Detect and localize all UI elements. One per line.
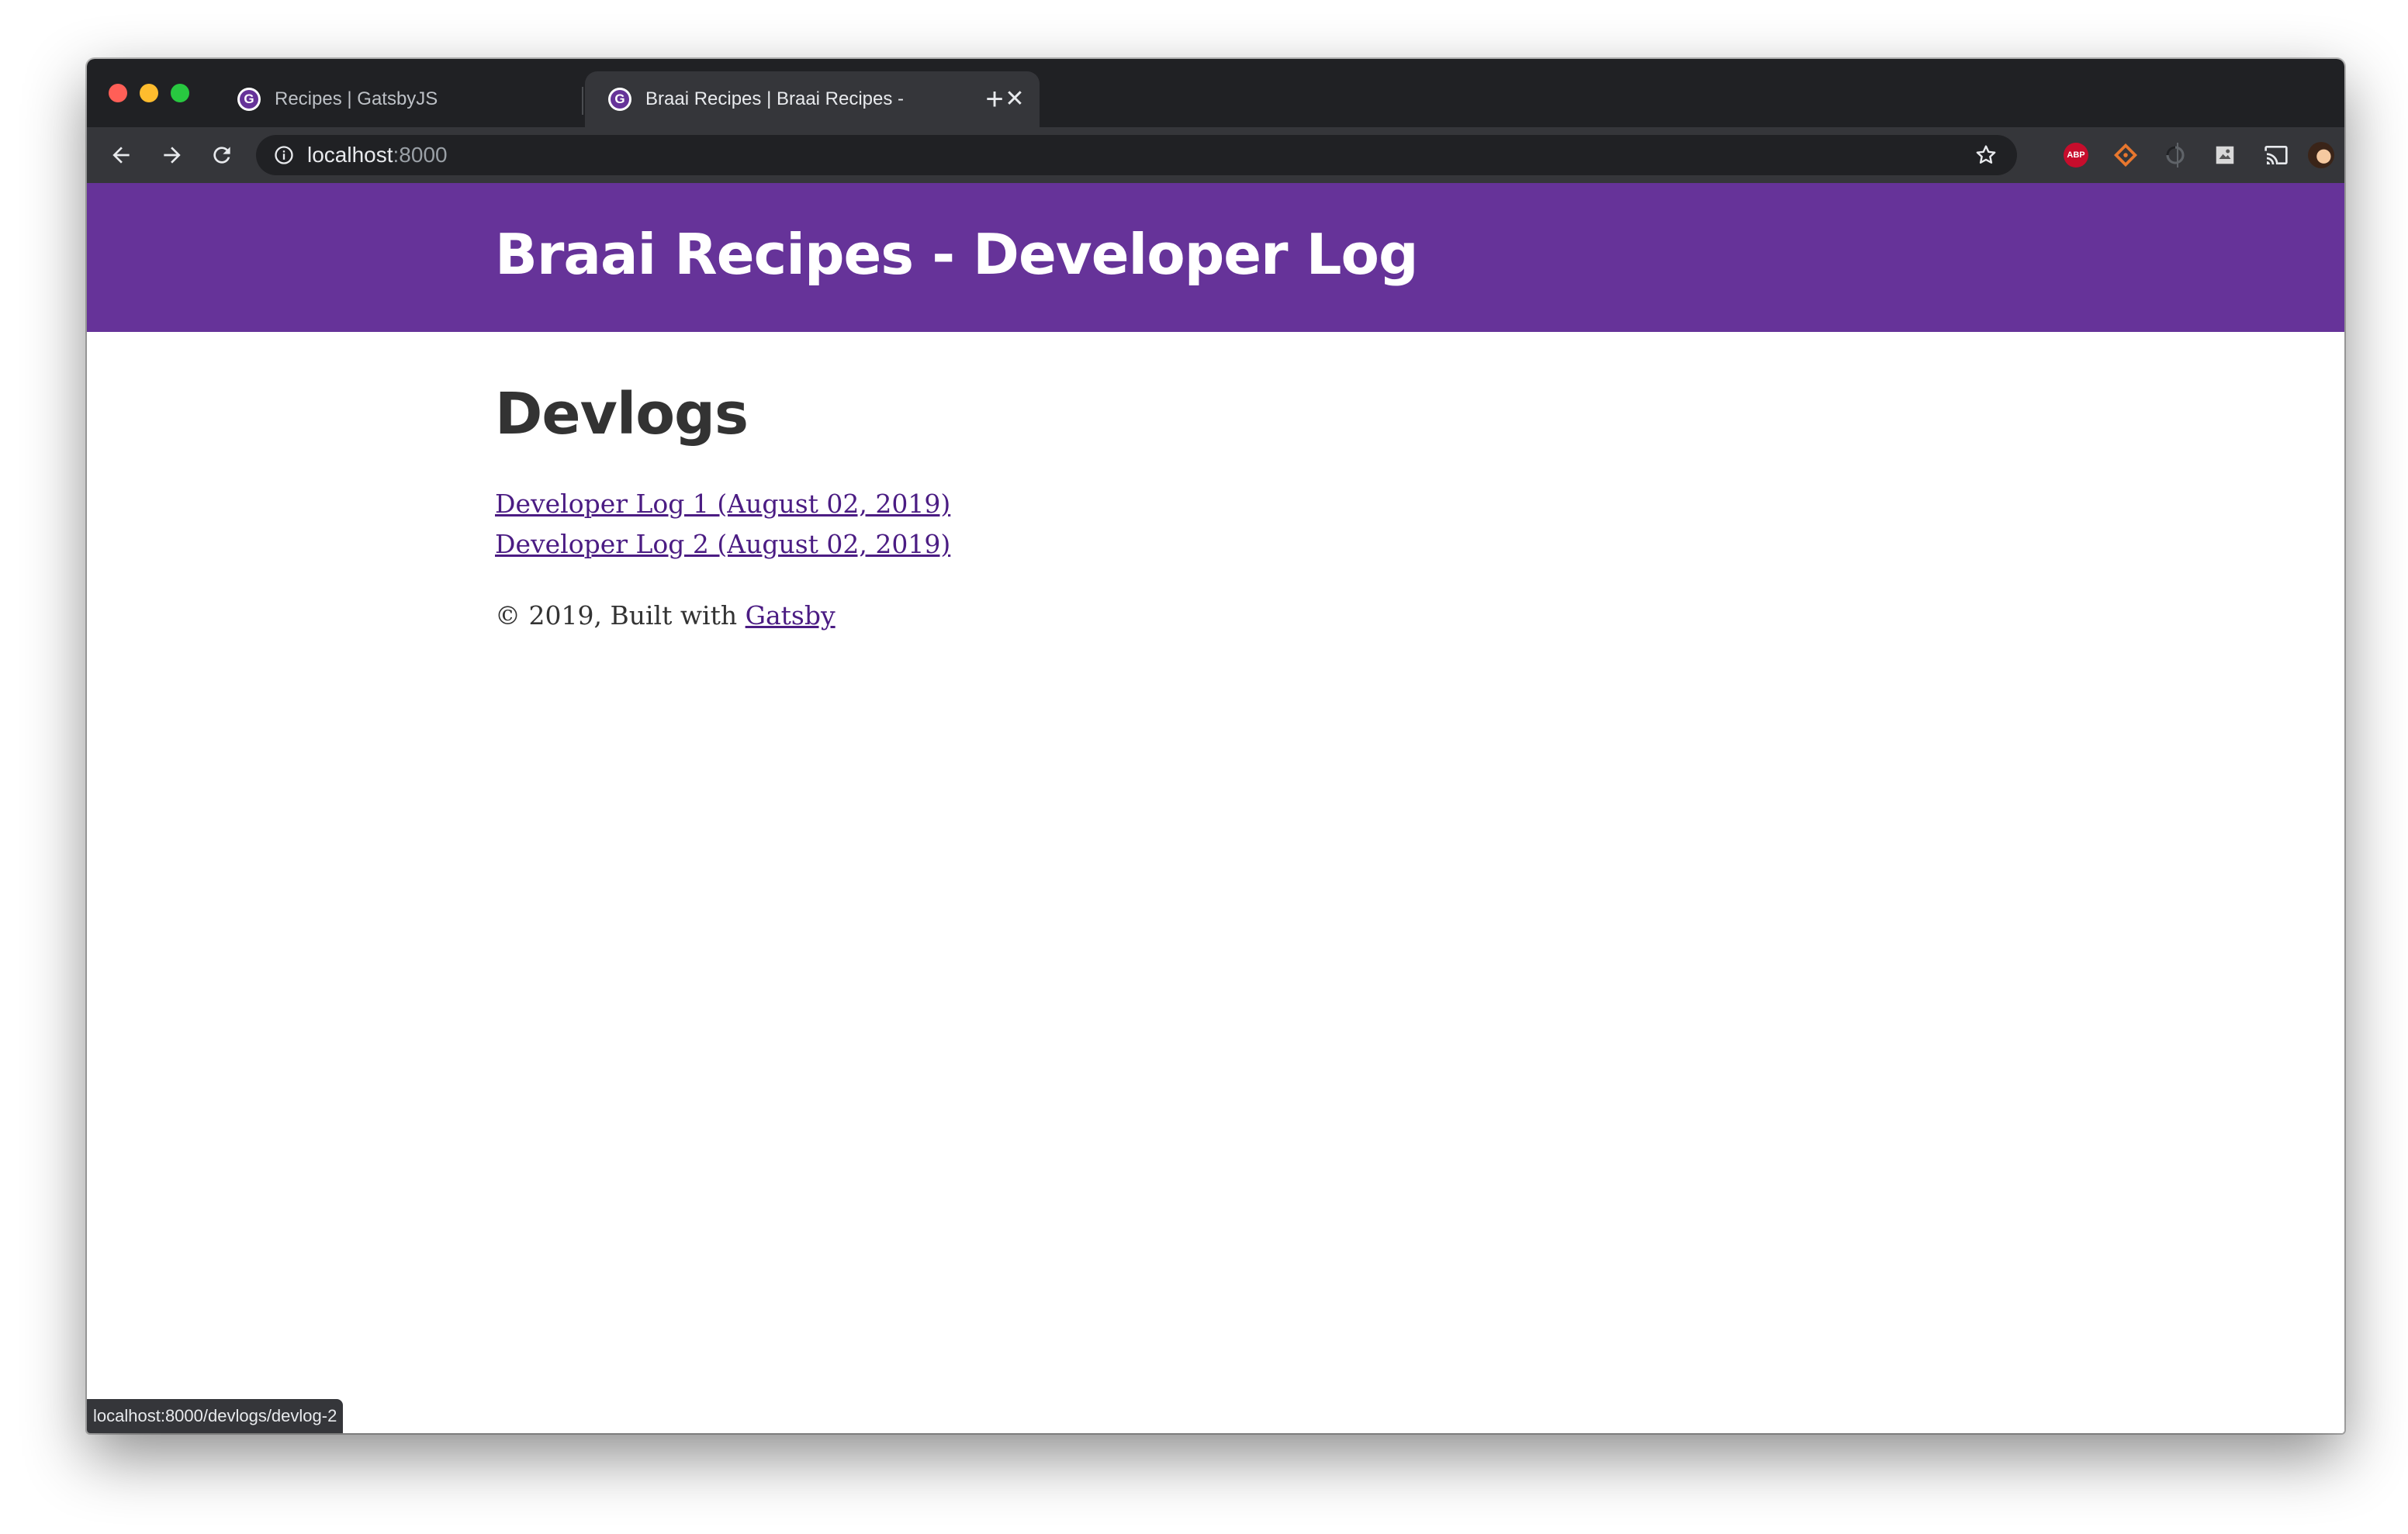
url-port: :8000: [393, 143, 448, 167]
bookmark-star-icon[interactable]: [1974, 143, 1998, 168]
tab-braai-recipes[interactable]: G Braai Recipes | Braai Recipes - ✕: [585, 71, 1040, 127]
cast-icon[interactable]: [2185, 141, 2213, 169]
info-icon[interactable]: [272, 143, 296, 168]
minimize-window-button[interactable]: [140, 84, 158, 102]
zoom-window-button[interactable]: [171, 84, 189, 102]
site-title[interactable]: Braai Recipes - Developer Log: [495, 222, 1419, 287]
tab-title: Recipes | GatsbyJS: [275, 88, 438, 109]
devlog-list: Developer Log 1 (August 02, 2019) Develo…: [495, 484, 1426, 565]
browser-toolbar: localhost:8000 ABP: [87, 127, 2344, 251]
list-item: Developer Log 1 (August 02, 2019): [495, 484, 1426, 524]
site-header: Braai Recipes - Developer Log: [87, 183, 2344, 332]
arrow-right-icon: [164, 147, 181, 164]
site-footer: © 2019, Built with Gatsby: [495, 596, 1426, 636]
back-button[interactable]: [102, 136, 140, 174]
devlog-link-2[interactable]: Developer Log 2 (August 02, 2019): [495, 529, 950, 559]
main-content: Devlogs Developer Log 1 (August 02, 2019…: [495, 375, 1426, 636]
cast-icon[interactable]: [2262, 141, 2290, 169]
git-diamond-icon[interactable]: [2112, 141, 2140, 169]
arrow-left-icon: [112, 147, 130, 164]
new-tab-button[interactable]: +: [977, 82, 1012, 116]
toolbar-divider: [2177, 143, 2178, 168]
footer-text: © 2019, Built with: [495, 600, 746, 631]
devlog-link-1[interactable]: Developer Log 1 (August 02, 2019): [495, 489, 950, 519]
gatsby-link[interactable]: Gatsby: [746, 600, 836, 631]
page-heading: Devlogs: [495, 381, 749, 447]
avatar[interactable]: [2307, 141, 2335, 169]
list-item: Developer Log 2 (August 02, 2019): [495, 524, 1426, 565]
browser-window: G Recipes | GatsbyJS ✕ G Braai Recipes |…: [87, 59, 2344, 1433]
forward-button[interactable]: [154, 136, 191, 174]
adblock-plus-icon[interactable]: ABP: [2062, 141, 2090, 169]
status-bubble: localhost:8000/devlogs/devlog-2: [87, 1399, 344, 1433]
url-host: localhost: [307, 143, 393, 167]
close-window-button[interactable]: [109, 84, 127, 102]
tab-strip: G Recipes | GatsbyJS ✕ G Braai Recipes |…: [87, 59, 2344, 127]
tab-divider: [582, 87, 583, 115]
puzzle-image-icon[interactable]: [2211, 141, 2239, 169]
reload-icon: [213, 147, 230, 164]
web-page: Braai Recipes - Developer Log Devlogs De…: [87, 183, 2344, 1433]
reload-button[interactable]: [203, 136, 240, 174]
gatsby-favicon-icon: G: [608, 88, 631, 111]
gatsby-favicon-icon: G: [237, 88, 261, 111]
profile-avatar: [2308, 142, 2334, 168]
tab-title: Braai Recipes | Braai Recipes -: [645, 88, 905, 109]
address-bar[interactable]: localhost:8000: [256, 135, 2017, 175]
url-text: localhost:8000: [307, 143, 448, 168]
